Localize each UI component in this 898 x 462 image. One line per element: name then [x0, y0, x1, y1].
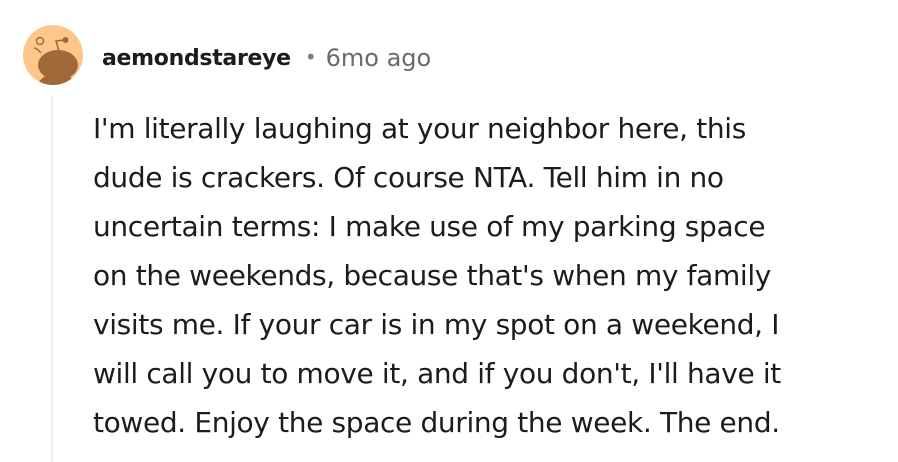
reddit-snoo-avatar-icon[interactable]: [23, 15, 83, 95]
separator-dot: •: [304, 45, 317, 69]
timestamp-link[interactable]: 6mo ago: [326, 44, 432, 72]
comment-header: aemondstareye • 6mo ago: [102, 40, 431, 76]
username-link[interactable]: aemondstareye: [102, 46, 291, 71]
comment-card: aemondstareye • 6mo ago I'm literally la…: [0, 0, 898, 462]
thread-line[interactable]: [51, 95, 53, 462]
comment-body: I'm literally laughing at your neighbor …: [93, 112, 781, 439]
